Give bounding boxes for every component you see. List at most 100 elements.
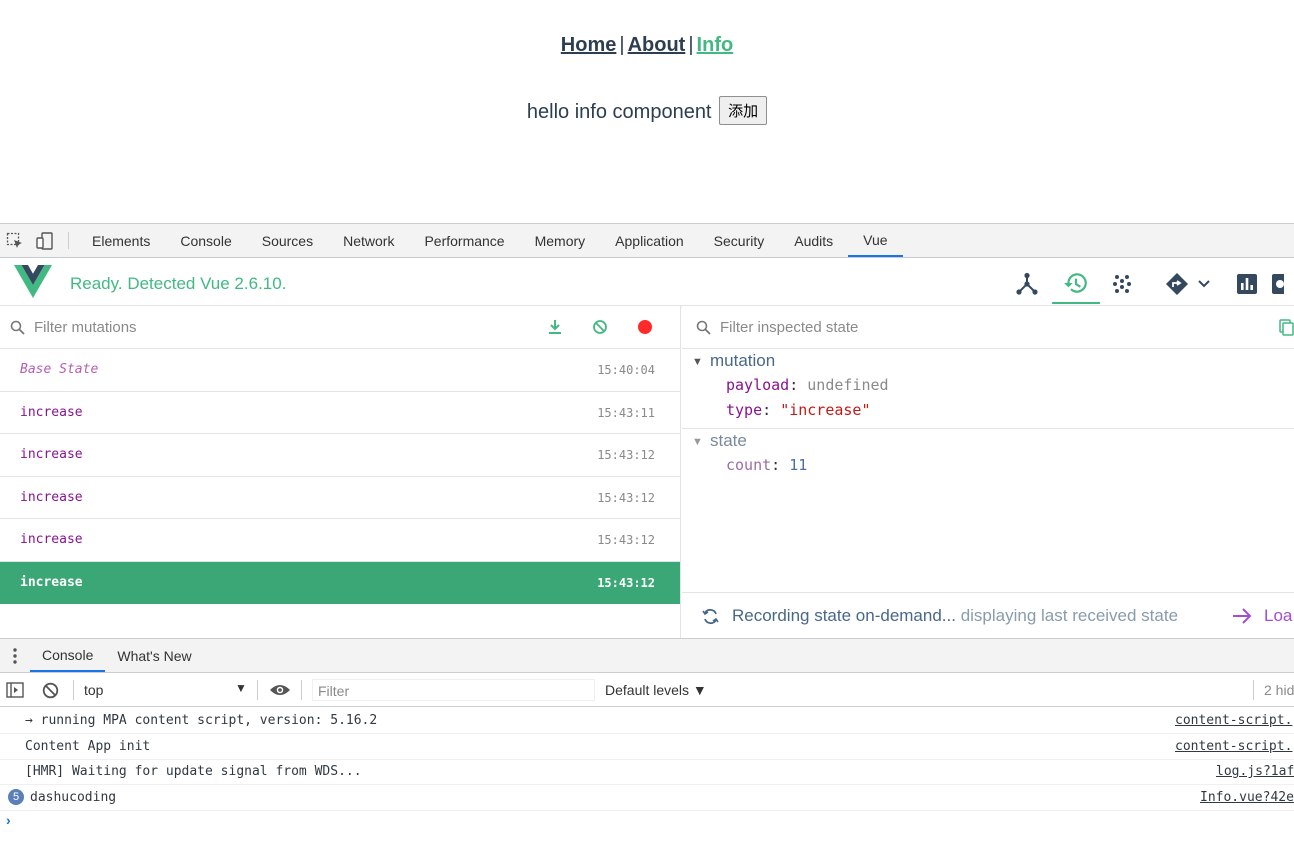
vuex-history-tab-icon[interactable] — [1052, 264, 1100, 304]
mutation-time: 15:43:12 — [597, 448, 655, 462]
inspect-element-icon[interactable] — [0, 224, 30, 257]
mutation-row[interactable]: Base State 15:40:04 — [0, 349, 680, 392]
device-toolbar-icon[interactable] — [30, 224, 60, 257]
console-source-link[interactable]: log.js?1af — [1216, 764, 1294, 779]
console-message-text: [HMR] Waiting for update signal from WDS… — [25, 764, 362, 779]
hello-text: hello info component — [526, 100, 712, 123]
log-levels-dropdown[interactable]: Default levels ▼ — [605, 682, 707, 698]
payload-value: undefined — [807, 376, 889, 394]
events-tab-icon[interactable] — [1098, 264, 1146, 304]
app-page: Home | About | Info hello info component 添加 — [0, 0, 1294, 223]
tab-security[interactable]: Security — [699, 224, 780, 257]
toolbar-divider — [68, 232, 69, 249]
add-button[interactable]: 添加 — [719, 96, 768, 125]
context-selector[interactable]: top — [84, 682, 103, 698]
console-filter-input[interactable]: Filter — [312, 679, 595, 701]
sync-icon — [702, 608, 719, 625]
tab-network[interactable]: Network — [328, 224, 409, 257]
count-value: 11 — [789, 456, 808, 474]
tab-audits[interactable]: Audits — [779, 224, 848, 257]
payload-key: payload — [726, 376, 790, 394]
components-tab-icon[interactable] — [1003, 264, 1051, 304]
toolbar-divider — [73, 680, 74, 700]
drawer-tab-console[interactable]: Console — [30, 639, 106, 672]
hidden-count: 2 hid — [1264, 682, 1294, 698]
state-inspector-pane: Filter inspected state ▼ mutation payloa… — [682, 306, 1294, 638]
state-filter-input[interactable]: Filter inspected state — [720, 319, 858, 336]
mutation-list-pane: Filter mutations Base State 15:40:04 inc… — [0, 306, 681, 638]
mutation-name: increase — [20, 447, 83, 462]
mutation-section: ▼ mutation payload: undefined type: "inc… — [682, 349, 1294, 429]
tab-elements[interactable]: Elements — [77, 224, 165, 257]
collapse-arrow-icon[interactable]: ▼ — [692, 436, 703, 448]
type-property: type: "increase" — [726, 401, 871, 419]
mutation-row[interactable]: increase 15:43:11 — [0, 392, 680, 434]
console-source-link[interactable]: Info.vue?42e — [1200, 790, 1294, 805]
toolbar-divider — [1253, 680, 1254, 700]
mutation-name: increase — [20, 489, 83, 505]
tab-application[interactable]: Application — [600, 224, 699, 257]
mutation-row-selected[interactable]: increase 15:43:12 — [0, 561, 680, 604]
tab-sources[interactable]: Sources — [247, 224, 328, 257]
chevron-down-icon[interactable]: ▼ — [235, 681, 247, 695]
copy-icon[interactable] — [1279, 319, 1294, 336]
console-message-text: → running MPA content script, version: 5… — [25, 713, 378, 728]
toolbar-divider — [257, 680, 258, 700]
vue-logo-icon — [14, 265, 52, 298]
mutation-filter-input[interactable]: Filter mutations — [34, 319, 137, 336]
mutation-name: Base State — [20, 362, 99, 377]
console-source-link[interactable]: content-script. — [1175, 739, 1292, 754]
settings-tab-icon[interactable] — [1270, 264, 1294, 304]
nav-link-about[interactable]: About — [628, 34, 686, 56]
commit-all-icon[interactable] — [547, 319, 563, 335]
info-component: hello info component 添加 — [0, 96, 1294, 127]
more-options-icon[interactable] — [0, 639, 30, 672]
nav-separator: | — [619, 34, 625, 56]
clear-console-icon[interactable] — [42, 682, 59, 699]
console-message-text: dashucoding — [30, 790, 117, 805]
console-message: 5 dashucoding Info.vue?42e — [0, 785, 1294, 811]
revert-all-icon[interactable] — [592, 319, 608, 335]
nav-link-home[interactable]: Home — [561, 34, 617, 56]
sidebar-toggle-icon[interactable] — [6, 682, 24, 698]
mutation-name: increase — [20, 404, 83, 420]
collapse-arrow-icon[interactable]: ▼ — [692, 356, 703, 368]
type-key: type — [726, 401, 763, 419]
tab-performance[interactable]: Performance — [409, 224, 519, 257]
console-message-text: Content App init — [25, 739, 151, 754]
console-source-link[interactable]: content-script. — [1175, 713, 1292, 728]
tab-console[interactable]: Console — [165, 224, 246, 257]
mutation-row[interactable]: increase 15:43:12 — [0, 434, 680, 477]
console-prompt-icon[interactable]: › — [6, 812, 11, 828]
type-value: "increase" — [780, 401, 871, 419]
console-message: → running MPA content script, version: 5… — [0, 708, 1294, 734]
recording-text: Recording state on-demand... displaying … — [732, 606, 1179, 625]
routing-tab-icon[interactable] — [1158, 264, 1218, 304]
repeat-count-badge: 5 — [8, 789, 24, 805]
mutation-row[interactable]: increase 15:43:12 — [0, 519, 680, 562]
state-section: ▼ state count: 11 — [682, 429, 1294, 489]
state-filter-bar: Filter inspected state — [682, 306, 1294, 349]
console-toolbar: top ▼ Filter Default levels ▼ 2 hid — [0, 673, 1294, 707]
console-message: [HMR] Waiting for update signal from WDS… — [0, 759, 1294, 785]
payload-property: payload: undefined — [726, 376, 889, 394]
performance-tab-icon[interactable] — [1223, 264, 1271, 304]
record-icon[interactable] — [637, 319, 653, 335]
tab-memory[interactable]: Memory — [520, 224, 601, 257]
mutation-name: increase — [20, 532, 83, 547]
load-state-button[interactable]: Loa — [1264, 606, 1292, 626]
toolbar-divider — [301, 680, 302, 700]
tab-vue[interactable]: Vue — [848, 224, 903, 257]
mutation-filter-bar: Filter mutations — [0, 306, 680, 349]
live-expression-eye-icon[interactable] — [269, 683, 291, 697]
mutation-time: 15:43:12 — [597, 490, 655, 505]
mutation-time: 15:40:04 — [597, 363, 655, 377]
vue-devtools-header: Ready. Detected Vue 2.6.10. — [0, 258, 1294, 306]
nav-link-info[interactable]: Info — [697, 34, 734, 56]
search-icon — [10, 320, 25, 335]
state-section-title: state — [710, 431, 747, 450]
mutation-row[interactable]: increase 15:43:12 — [0, 477, 680, 519]
arrow-right-icon[interactable] — [1232, 607, 1252, 625]
mutation-time: 15:43:12 — [597, 533, 655, 547]
drawer-tab-whats-new[interactable]: What's New — [105, 639, 203, 672]
